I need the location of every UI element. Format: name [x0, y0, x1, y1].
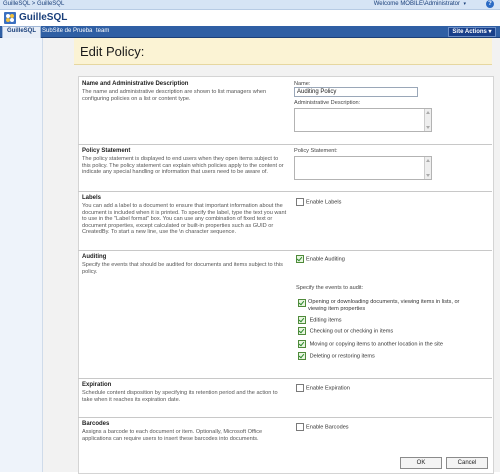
section-heading: Expiration [82, 382, 112, 388]
admin-description-textarea[interactable] [294, 108, 432, 132]
site-actions-button[interactable]: Site Actions ▾ [448, 27, 496, 37]
ok-button[interactable]: OK [400, 457, 442, 469]
enable-labels-label: Enable Labels [306, 199, 342, 206]
admin-description-label: Administrative Description: [294, 100, 361, 106]
audit-event-label: Deleting or restoring items [309, 353, 375, 360]
enable-barcodes-checkbox[interactable] [296, 423, 304, 431]
global-top-bar: GuilleSQL > GuilleSQL Welcome MOBILE\Adm… [0, 0, 500, 10]
enable-barcodes-label: Enable Barcodes [306, 424, 349, 431]
audit-event-row[interactable]: Moving or copying items to another locat… [298, 340, 443, 348]
tab-guillesql[interactable]: GuilleSQL [2, 26, 42, 38]
section-expiration: Expiration Schedule content disposition … [78, 378, 492, 417]
enable-labels-checkbox[interactable] [296, 198, 304, 206]
enable-labels-row[interactable]: Enable Labels [296, 198, 341, 206]
section-auditing: Auditing Specify the events that should … [78, 250, 492, 376]
section-description: Schedule content disposition by specifyi… [82, 390, 278, 403]
enable-barcodes-row[interactable]: Enable Barcodes [296, 423, 349, 431]
section-heading: Policy Statement [82, 148, 131, 154]
section-description: The policy statement is displayed to end… [82, 156, 284, 176]
site-title[interactable]: GuilleSQL [19, 12, 67, 23]
enable-expiration-row[interactable]: Enable Expiration [296, 384, 350, 392]
section-description: The name and administrative description … [82, 89, 267, 102]
audit-event-checkbox[interactable] [298, 316, 306, 324]
welcome-menu[interactable]: Welcome MOBILE\Administrator [374, 1, 460, 7]
section-name: Name and Administrative Description The … [78, 78, 492, 144]
section-description: You can add a label to a document to ens… [82, 203, 287, 236]
audit-event-label: Moving or copying items to another locat… [309, 341, 443, 348]
section-heading: Labels [82, 195, 102, 201]
events-to-audit-label: Specify the events to audit: [296, 285, 364, 291]
left-navigation [0, 38, 43, 472]
site-header [0, 10, 500, 26]
audit-event-label: Checking out or checking in items [309, 328, 394, 335]
tab-team[interactable]: team [92, 27, 113, 36]
audit-event-checkbox[interactable] [298, 299, 306, 307]
cancel-button[interactable]: Cancel [446, 457, 488, 469]
scrollbar[interactable] [424, 109, 431, 131]
tab-subsite-de-prueba[interactable]: SubSite de Prueba [38, 27, 96, 36]
name-input[interactable]: Auditing Policy [294, 87, 418, 97]
help-icon[interactable]: ? [486, 0, 494, 8]
section-labels: Labels You can add a label to a document… [78, 191, 492, 248]
audit-event-checkbox[interactable] [298, 340, 306, 348]
breadcrumb[interactable]: GuilleSQL > GuilleSQL [3, 1, 64, 7]
audit-event-row[interactable]: Editing items [298, 316, 342, 324]
section-description: Assigns a barcode to each document or it… [82, 429, 263, 442]
policy-statement-textarea[interactable] [294, 156, 432, 180]
site-logo-icon [4, 12, 16, 24]
enable-expiration-checkbox[interactable] [296, 384, 304, 392]
audit-event-label: Editing items [309, 317, 342, 324]
audit-event-row[interactable]: Checking out or checking in items [298, 327, 393, 335]
policy-statement-label: Policy Statement: [294, 148, 338, 154]
enable-auditing-label: Enable Auditing [306, 256, 345, 263]
audit-event-checkbox[interactable] [298, 352, 306, 360]
section-heading: Name and Administrative Description [82, 81, 189, 87]
audit-event-label: Opening or downloading documents, viewin… [308, 299, 460, 312]
audit-event-checkbox[interactable] [298, 327, 306, 335]
section-barcodes: Barcodes Assigns a barcode to each docum… [78, 417, 492, 454]
enable-auditing-row[interactable]: Enable Auditing [296, 255, 345, 263]
enable-auditing-checkbox[interactable] [296, 255, 304, 263]
page-title: Edit Policy: [80, 44, 145, 59]
section-heading: Barcodes [82, 421, 110, 427]
section-heading: Auditing [82, 254, 107, 260]
chevron-down-icon[interactable]: ▾ [463, 1, 466, 7]
section-description: Specify the events that should be audite… [82, 262, 283, 275]
audit-event-row[interactable]: Deleting or restoring items [298, 352, 375, 360]
enable-expiration-label: Enable Expiration [306, 385, 350, 392]
scrollbar[interactable] [424, 157, 431, 179]
section-policy-statement: Policy Statement The policy statement is… [78, 144, 492, 189]
